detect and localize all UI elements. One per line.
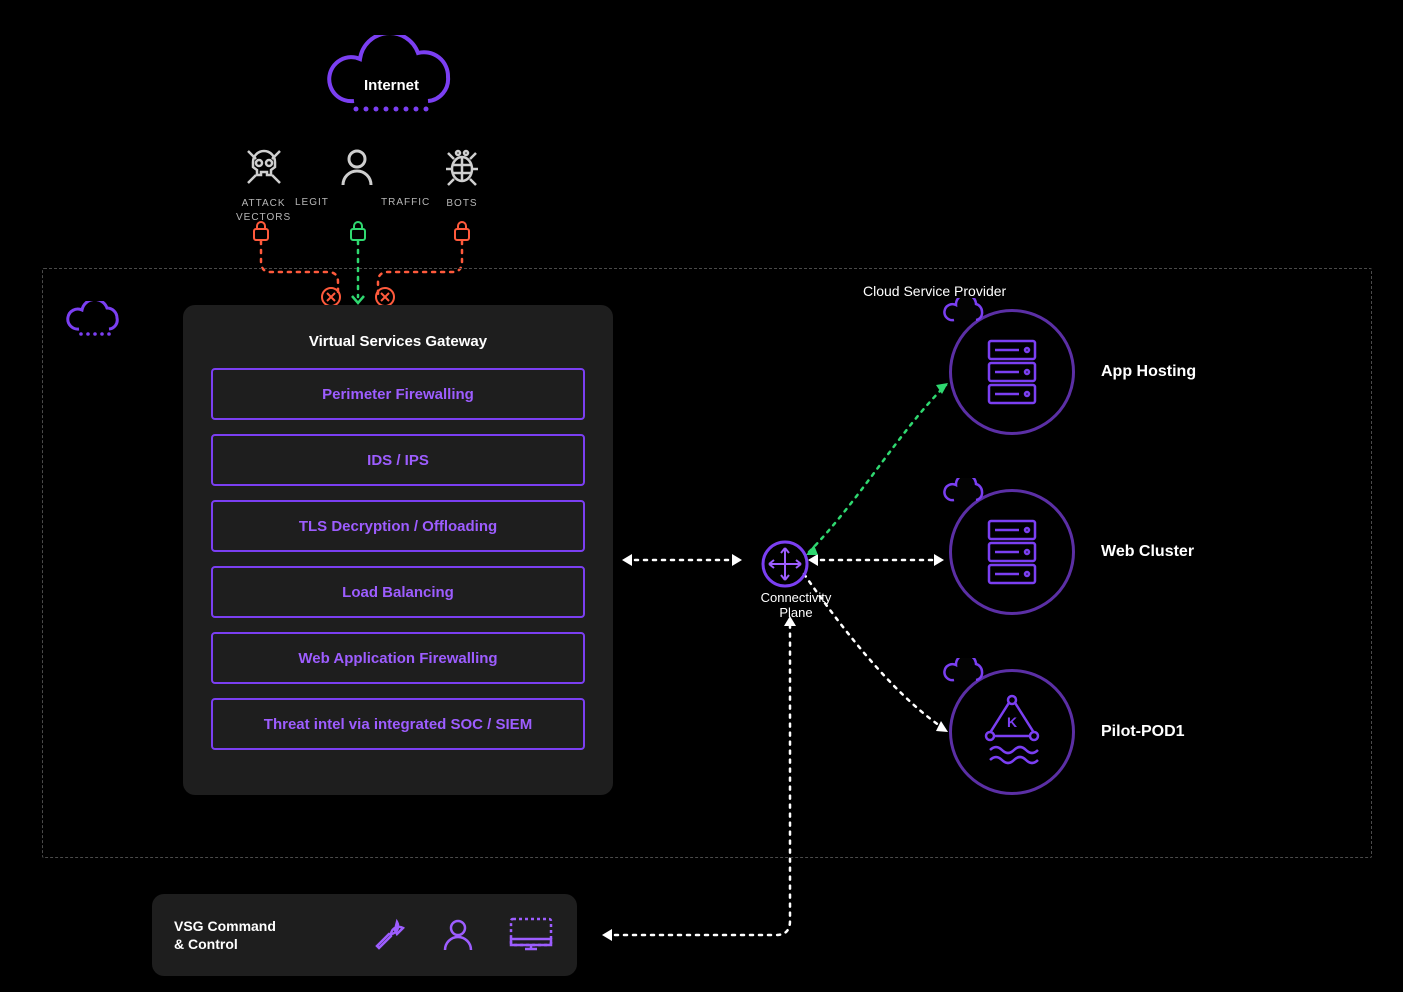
vsg-title: Virtual Services Gateway [211, 333, 585, 350]
command-control-bar: VSG Command & Control [152, 894, 577, 976]
connectivity-plane: Connectivity Plane [761, 540, 809, 593]
server-icon [985, 517, 1039, 587]
threat-legit: LEGIT TRAFFIC [335, 145, 379, 189]
env-label: Pilot-POD1 [1101, 723, 1185, 741]
connectivity-label: Connectivity Plane [741, 590, 851, 620]
env-label: Web Cluster [1101, 543, 1194, 561]
svg-text:K: K [1007, 714, 1017, 730]
threat-attack: ATTACK VECTORS [236, 145, 291, 225]
internet-label: Internet [364, 77, 419, 94]
service-load-balancing: Load Balancing [211, 566, 585, 618]
legit-right-label: TRAFFIC [381, 197, 430, 208]
cloud-icon [942, 658, 988, 693]
wrench-icon [371, 916, 409, 954]
service-threat-intel: Threat intel via integrated SOC / SIEM [211, 698, 585, 750]
vsg-panel: Virtual Services Gateway Perimeter Firew… [183, 305, 613, 795]
env-pilot-pod: K Pilot-POD1 [949, 669, 1185, 795]
threat-bots: BOTS [440, 145, 484, 211]
cloud-icon [942, 298, 988, 333]
legit-left-label: LEGIT [295, 197, 329, 208]
bug-icon [440, 145, 484, 189]
service-waf: Web Application Firewalling [211, 632, 585, 684]
provider-label: Cloud Service Provider [863, 283, 1006, 299]
monitor-icon [507, 915, 555, 955]
internet-cloud: Internet [310, 35, 470, 128]
cloud-icon [942, 478, 988, 513]
provider-boundary: Cloud Service Provider Virtual Services … [42, 268, 1372, 858]
connectivity-icon [761, 540, 809, 588]
command-control-label: VSG Command & Control [174, 917, 276, 953]
mini-cloud-icon [63, 301, 123, 346]
threat-bots-label: BOTS [446, 197, 477, 211]
service-tls-decryption: TLS Decryption / Offloading [211, 500, 585, 552]
server-icon [985, 337, 1039, 407]
lock-icon [348, 219, 368, 243]
lock-icon [452, 219, 472, 243]
service-perimeter-firewalling: Perimeter Firewalling [211, 368, 585, 420]
service-ids-ips: IDS / IPS [211, 434, 585, 486]
skull-icon [242, 145, 286, 189]
env-web-cluster: Web Cluster [949, 489, 1194, 615]
lock-icon [251, 219, 271, 243]
env-app-hosting: App Hosting [949, 309, 1196, 435]
env-label: App Hosting [1101, 363, 1196, 381]
person-icon [439, 916, 477, 954]
person-icon [335, 145, 379, 189]
k8s-icon: K [976, 692, 1048, 772]
